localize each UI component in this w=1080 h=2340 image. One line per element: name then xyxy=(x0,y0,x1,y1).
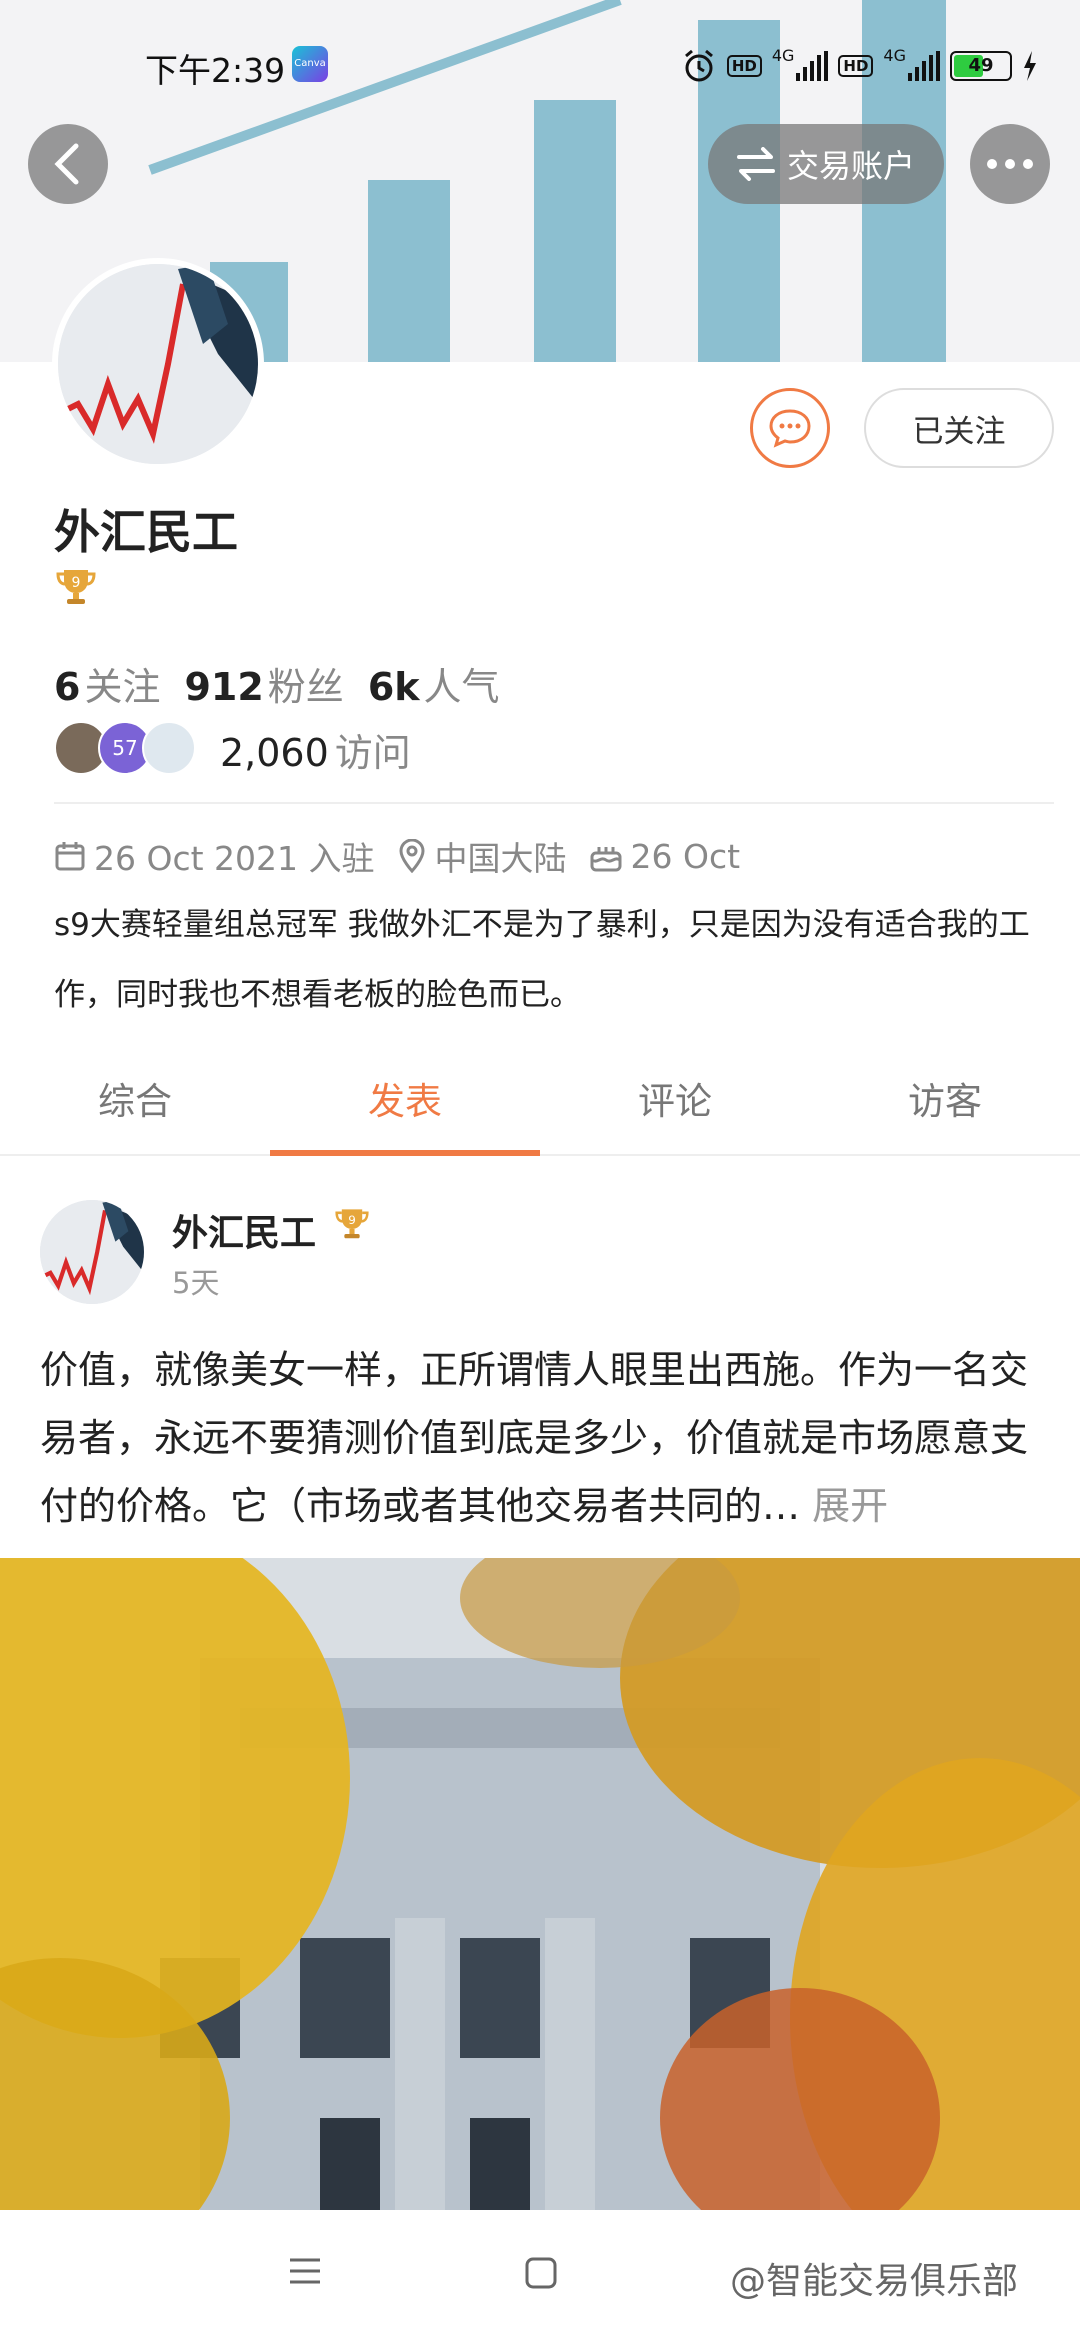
status-time: 下午2:39 xyxy=(145,51,286,90)
stat-following[interactable]: 6 关注 xyxy=(54,656,160,711)
back-button[interactable] xyxy=(28,124,108,204)
hd-badge: HD xyxy=(838,55,874,77)
stat-value: 912 xyxy=(184,665,264,709)
trophy-level: 9 xyxy=(72,575,81,591)
location: 中国大陆 xyxy=(434,839,567,878)
alarm-icon xyxy=(684,49,713,82)
tab-visitors[interactable]: 访客 xyxy=(810,1060,1080,1154)
chat-bubble-icon xyxy=(769,409,811,448)
stat-label: 关注 xyxy=(84,665,161,709)
stat-value: 6 xyxy=(54,665,81,709)
tab-posts[interactable]: 发表 xyxy=(270,1060,540,1156)
canva-app-icon: Canva xyxy=(292,46,328,82)
battery-level: 49 xyxy=(968,55,994,76)
expand-link[interactable]: 展开 xyxy=(812,1484,888,1528)
post-author-avatar[interactable] xyxy=(40,1200,144,1304)
stat-popularity: 6k 人气 xyxy=(368,656,500,711)
menu-icon[interactable] xyxy=(288,2256,322,2286)
trade-account-label: 交易账户 xyxy=(786,147,915,185)
calendar-icon xyxy=(55,842,85,871)
charging-icon xyxy=(1024,51,1036,81)
tab-comments[interactable]: 评论 xyxy=(540,1060,810,1154)
building-autumn-photo xyxy=(0,1558,1080,2210)
trophy-icon: 9 xyxy=(335,1209,369,1239)
recent-visitors[interactable]: 57 xyxy=(54,720,196,776)
stat-label: 粉丝 xyxy=(267,665,344,709)
avatar-chart-image xyxy=(40,1200,144,1304)
tab-overview[interactable]: 综合 xyxy=(0,1060,270,1154)
profile-meta: 26 Oct 2021 入驻 中国大陆 26 Oct xyxy=(54,832,740,880)
profile-avatar[interactable] xyxy=(52,258,264,470)
visits-count: 2,060 访问 xyxy=(220,722,411,777)
post-image[interactable] xyxy=(0,1558,1080,2210)
post-author-name[interactable]: 外汇民工 xyxy=(172,1204,316,1256)
trophy-icon: 9 xyxy=(56,570,96,604)
follow-button[interactable]: 已关注 xyxy=(864,388,1054,468)
birthday-cake-icon xyxy=(590,847,621,872)
visitor-avatar xyxy=(142,721,196,775)
profile-tabs: 综合 发表 评论 访客 xyxy=(0,1060,1080,1156)
profile-name: 外汇民工 xyxy=(54,505,238,559)
profile-bio: s9大赛轻量组总冠军 我做外汇不是为了暴利，只是因为没有适合我的工作，同时我也不… xyxy=(54,907,1030,1013)
profile-stats: 6 关注 912 粉丝 6k 人气 xyxy=(54,656,500,711)
trade-account-button[interactable]: 交易账户 xyxy=(708,124,944,204)
location-pin-icon xyxy=(398,839,425,873)
stat-label: 人气 xyxy=(423,665,500,709)
signal-icon xyxy=(796,51,829,81)
divider xyxy=(54,802,1054,804)
birthday: 26 Oct xyxy=(630,836,741,876)
post-body[interactable]: 价值，就像美女一样，正所谓情人眼里出西施。作为一名交易者，永远不要猜测价值到底是… xyxy=(40,1336,1050,1540)
network-label: 4G xyxy=(883,46,906,65)
stat-followers[interactable]: 912 粉丝 xyxy=(184,656,343,711)
visits-label: 访问 xyxy=(334,731,411,775)
battery-icon: 49 xyxy=(950,51,1012,81)
chevron-left-icon xyxy=(54,143,79,185)
trophy-level: 9 xyxy=(348,1213,356,1227)
status-bar: 下午2:39 Canva HD 4G HD 4G 49 xyxy=(0,38,1080,90)
home-square-icon[interactable] xyxy=(524,2256,558,2290)
watermark: @智能交易俱乐部 xyxy=(730,2261,1019,2302)
hd-badge: HD xyxy=(726,55,762,77)
more-button[interactable] xyxy=(970,124,1050,204)
status-icons: HD 4G HD 4G 49 xyxy=(681,46,1038,86)
stat-value: 6k xyxy=(367,665,420,709)
avatar-chart-image xyxy=(58,264,258,464)
swap-arrows-icon xyxy=(736,147,775,181)
message-button[interactable] xyxy=(750,388,830,468)
network-label: 4G xyxy=(771,46,795,65)
signal-icon xyxy=(908,51,940,81)
visits-value: 2,060 xyxy=(220,731,329,775)
more-dots-icon xyxy=(987,159,1033,169)
joined-date: 26 Oct 2021 入驻 xyxy=(94,839,375,878)
post-time: 5天 xyxy=(172,1266,220,1300)
